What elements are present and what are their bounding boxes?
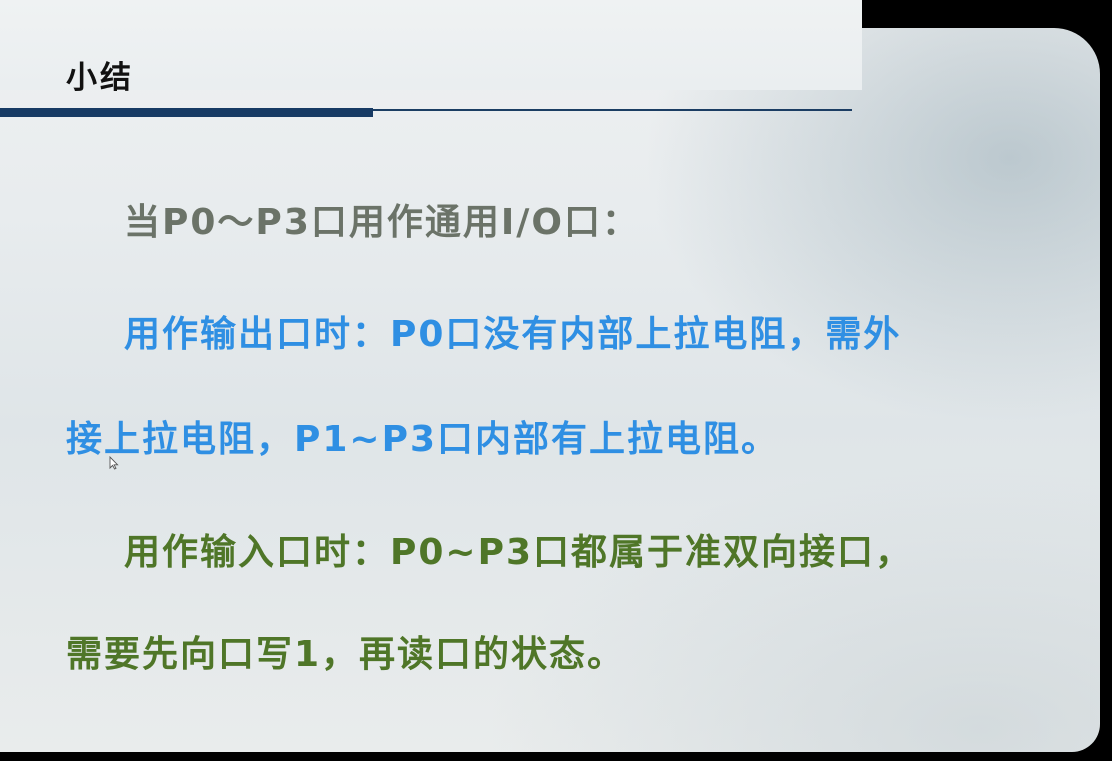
title-rule-accent [0,108,373,117]
heading-line: 当P0～P3口用作通用I/O口： [124,202,641,243]
output-line-1: 用作输出口时：P0口没有内部上拉电阻，需外 [124,314,902,355]
input-line-2: 需要先向口写1，再读口的状态。 [66,634,626,675]
output-line-2: 接上拉电阻，P1~P3口内部有上拉电阻。 [66,419,780,460]
input-line-1: 用作输入口时：P0~P3口都属于准双向接口， [124,532,914,573]
slide: 小结 当P0～P3口用作通用I/O口： 用作输出口时：P0口没有内部上拉电阻，需… [0,0,1112,761]
mouse-pointer-icon [109,456,119,470]
slide-title: 小结 [66,60,134,96]
